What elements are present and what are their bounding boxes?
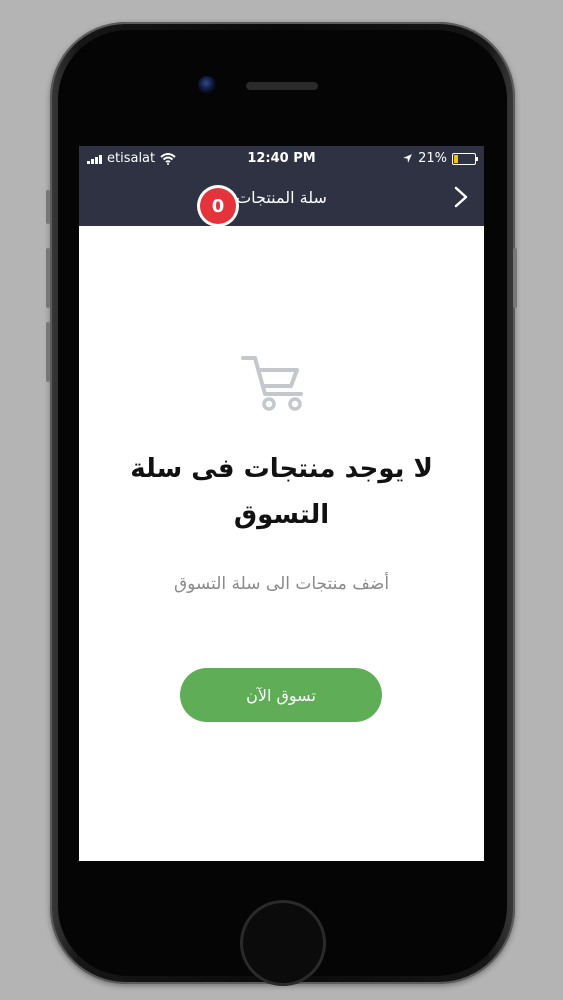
shop-now-button[interactable]: تسوق الآن <box>180 668 382 722</box>
battery-percent: 21% <box>418 151 447 166</box>
home-button[interactable] <box>240 900 326 986</box>
front-camera <box>198 76 216 94</box>
app-screen: etisalat 12:40 PM 21% سلة المنتجات 0 لا … <box>79 146 484 861</box>
empty-cart-subtitle: أضف منتجات الى سلة التسوق <box>173 574 390 594</box>
chevron-right-icon <box>454 186 468 208</box>
power-button <box>513 248 517 308</box>
page-title: سلة المنتجات <box>236 188 327 207</box>
status-right: 21% <box>402 151 478 166</box>
back-button[interactable] <box>448 182 474 212</box>
status-bar: etisalat 12:40 PM 21% <box>79 146 484 172</box>
empty-cart-illustration <box>239 340 329 412</box>
volume-up-button <box>46 248 50 308</box>
mute-switch <box>46 190 50 224</box>
battery-level <box>454 154 458 163</box>
empty-cart-title: لا يوجد منتجات فى سلة التسوق <box>130 454 433 530</box>
volume-down-button <box>46 322 50 382</box>
location-arrow-icon <box>403 154 412 163</box>
battery-icon <box>452 152 478 165</box>
cart-count-badge: 0 <box>200 188 236 224</box>
shopping-cart-icon <box>241 356 303 411</box>
earpiece-speaker <box>246 82 318 90</box>
navigation-bar: سلة المنتجات <box>79 172 484 226</box>
